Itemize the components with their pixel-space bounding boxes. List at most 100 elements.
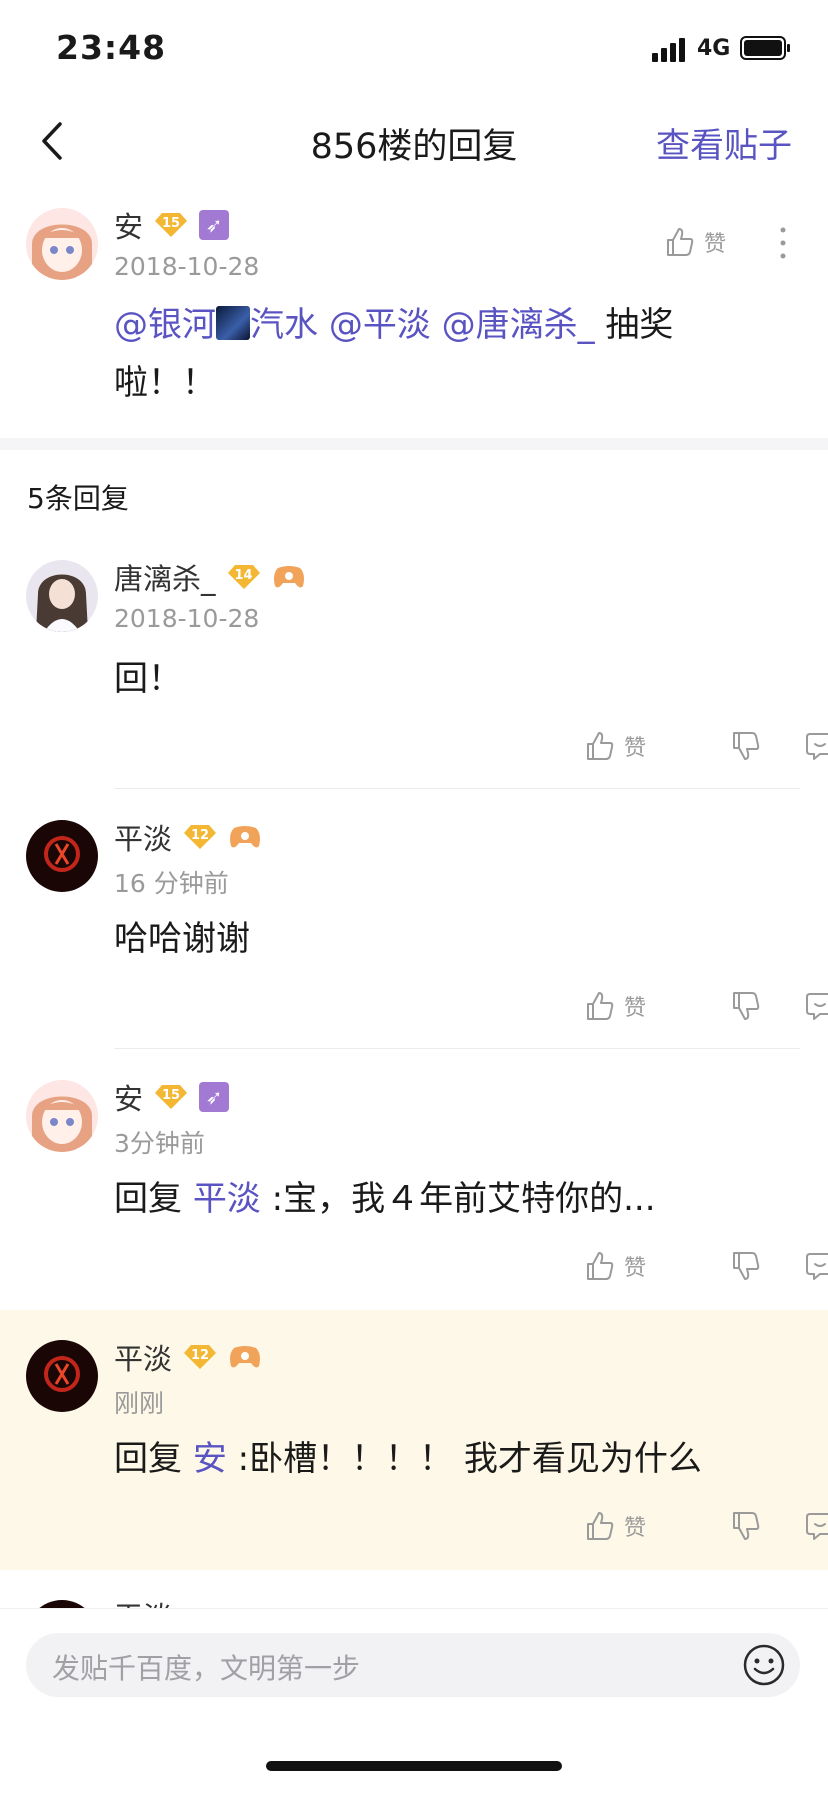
level-number: 14: [234, 568, 253, 583]
thumbs-up-icon: [587, 992, 614, 1020]
avatar[interactable]: [26, 1340, 98, 1412]
gamepad-icon: [273, 566, 304, 588]
mention-link[interactable]: @唐漓杀_: [442, 305, 595, 345]
reply-author-name[interactable]: 平淡: [114, 1594, 172, 1608]
thumbs-down-icon[interactable]: [726, 1250, 766, 1282]
thumbs-up-icon: [587, 1512, 614, 1540]
like-label: 赞: [624, 736, 647, 761]
reply-author-name[interactable]: 平淡: [114, 816, 172, 858]
level-badge: 12: [182, 1343, 218, 1371]
like-label: 赞: [704, 232, 727, 257]
comment-icon[interactable]: [802, 1250, 828, 1282]
level-number: 12: [190, 828, 210, 843]
comment-icon[interactable]: [802, 730, 828, 762]
avatar[interactable]: [26, 560, 98, 632]
reply-time: 16 分钟前: [114, 869, 229, 898]
level-number: 15: [161, 216, 181, 231]
thumbs-down-icon[interactable]: [726, 1510, 766, 1542]
post-author-row: 安 15 ➶: [114, 204, 230, 246]
more-vertical-icon[interactable]: [778, 226, 788, 260]
post-content: @银河 汽水 @平淡 @唐漓杀_ 抽奖 啦！！: [114, 296, 754, 412]
reply-time: 3分钟前: [114, 1129, 205, 1158]
level-number: 12: [190, 1348, 210, 1363]
reply-actions: 赞: [584, 990, 828, 1022]
reply-author-name[interactable]: 唐漓杀_: [114, 556, 216, 598]
reply-actions: 赞: [584, 1250, 828, 1282]
reply-time: 2018-10-28: [114, 604, 260, 633]
battery-icon: [740, 36, 790, 60]
reply-target-link[interactable]: 平淡: [193, 1179, 261, 1219]
galaxy-image: [216, 306, 250, 340]
gamepad-icon: [230, 826, 261, 848]
level-badge: 14: [226, 563, 262, 591]
reply-divider: [114, 788, 800, 789]
sagittarius-icon: ➶: [199, 1082, 230, 1112]
reply-author-row: 平淡: [114, 1594, 172, 1608]
reply-time: 刚刚: [114, 1389, 165, 1418]
like-button[interactable]: 赞: [584, 1250, 694, 1282]
like-button[interactable]: 赞: [584, 1510, 694, 1542]
mention-link[interactable]: 汽水: [250, 305, 318, 345]
like-button[interactable]: 赞: [584, 990, 694, 1022]
reply-target-link[interactable]: 安: [193, 1439, 227, 1479]
nav-bar: 856楼的回复 查看贴子: [0, 96, 828, 186]
reply-text: :宝，我４年前艾特你的...: [260, 1179, 656, 1219]
reply-content: 回复 平淡 :宝，我４年前艾特你的...: [114, 1170, 794, 1228]
reply-text: :卧槽！！！！ 我才看见为什么: [226, 1439, 702, 1479]
reply-content: 回复 安 :卧槽！！！！ 我才看见为什么: [114, 1430, 804, 1488]
reply-item: 安 15 ➶ 3分钟前 回复 平淡 :宝，我４年前艾特你的... 赞: [0, 1060, 828, 1320]
reply-author-row: 平淡 12: [114, 1336, 262, 1378]
level-badge: 15: [153, 211, 189, 239]
reply-item-highlighted: 平淡 12 刚刚 回复 安 :卧槽！！！！ 我才看见为什么 赞: [0, 1310, 828, 1570]
reply-text: 哈哈谢谢: [114, 919, 250, 959]
reply-divider: [114, 1048, 800, 1049]
reply-content: 回！: [114, 650, 794, 708]
thumbs-up-icon: [587, 1252, 614, 1280]
reply-actions: 赞: [584, 730, 828, 762]
smiley-icon[interactable]: [742, 1643, 786, 1687]
gamepad-icon: [230, 1346, 261, 1368]
view-post-button[interactable]: 查看贴子: [656, 118, 792, 167]
post-date: 2018-10-28: [114, 252, 260, 281]
avatar[interactable]: [26, 1080, 98, 1152]
thumbs-down-icon[interactable]: [726, 990, 766, 1022]
comment-icon[interactable]: [802, 990, 828, 1022]
comment-icon[interactable]: [802, 1510, 828, 1542]
avatar[interactable]: [26, 820, 98, 892]
reply-item: 平淡 12 16 分钟前 哈哈谢谢 赞: [0, 800, 828, 1060]
reply-count: 5条回复: [27, 482, 129, 515]
reply-input[interactable]: 发贴千百度，文明第一步: [26, 1633, 800, 1697]
signal-icon: [652, 38, 685, 62]
like-label: 赞: [624, 1256, 647, 1281]
reply-actions: 赞: [584, 1510, 828, 1542]
like-label: 赞: [624, 996, 647, 1021]
like-button[interactable]: 赞: [584, 730, 694, 762]
post-text-line2: 啦！！: [114, 363, 216, 403]
level-badge: 12: [182, 823, 218, 851]
reply-author-name[interactable]: 平淡: [114, 1336, 172, 1378]
mention-link[interactable]: @银河: [114, 305, 216, 345]
home-indicator: [266, 1761, 562, 1771]
thumbs-down-icon[interactable]: [726, 730, 766, 762]
section-divider: [0, 438, 828, 450]
avatar[interactable]: [26, 208, 98, 280]
mention-link[interactable]: @平淡: [329, 305, 431, 345]
reply-item-partial: 平淡: [0, 1580, 828, 1608]
network-label: 4G: [697, 36, 731, 61]
status-bar: 23:48 4G: [0, 0, 828, 96]
thumbs-up-icon: [587, 732, 614, 760]
sagittarius-icon: ➶: [199, 210, 230, 240]
reply-author-row: 平淡 12: [114, 816, 262, 858]
reply-prefix: 回复: [114, 1179, 193, 1219]
reply-author-row: 唐漓杀_ 14: [114, 556, 306, 598]
post-text: 抽奖: [594, 305, 674, 345]
post-author-name[interactable]: 安: [114, 204, 143, 246]
reply-content: 哈哈谢谢: [114, 910, 794, 968]
reply-author-row: 安 15 ➶: [114, 1076, 230, 1118]
like-label: 赞: [624, 1516, 647, 1541]
like-button[interactable]: 赞: [664, 226, 726, 258]
reply-item: 唐漓杀_ 14 2018-10-28 回！ 赞: [0, 540, 828, 800]
reply-prefix: 回复: [114, 1439, 193, 1479]
reply-author-name[interactable]: 安: [114, 1076, 143, 1118]
avatar[interactable]: [26, 1600, 98, 1608]
